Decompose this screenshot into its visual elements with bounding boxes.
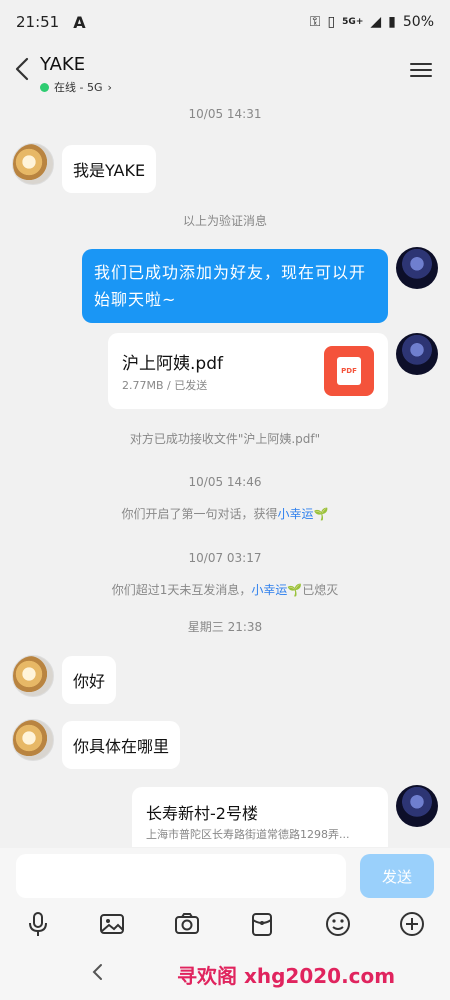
timestamp: 星期三 21:38 — [187, 620, 263, 634]
emoji-button[interactable] — [324, 910, 352, 938]
camera-icon — [175, 913, 199, 934]
system-note-text: 你们开启了第一句对话，获得 — [121, 507, 278, 521]
menu-line — [410, 69, 432, 71]
contact-name: YAKE — [40, 54, 86, 75]
red-packet-button[interactable] — [248, 910, 276, 938]
file-message-card[interactable]: 沪上阿姨.pdf 2.77MB / 已发送 PDF — [108, 333, 388, 409]
my-avatar[interactable] — [396, 785, 438, 827]
network-label: 5G+ — [342, 16, 364, 27]
my-avatar[interactable] — [396, 247, 438, 289]
message-bubble-incoming[interactable]: 我是YAKE — [62, 145, 157, 193]
contact-avatar[interactable] — [12, 655, 54, 697]
pdf-file-icon: PDF — [324, 346, 374, 396]
system-note: 对方已成功接收文件"沪上阿姨.pdf" — [129, 432, 321, 446]
voice-button[interactable] — [24, 910, 52, 938]
menu-button[interactable] — [410, 60, 432, 80]
chat-header: YAKE 在线 - 5G › — [0, 44, 450, 102]
timestamp: 10/05 14:31 — [188, 107, 262, 121]
chevron-right-icon: › — [107, 80, 112, 94]
key-icon: ⚿ — [309, 14, 321, 30]
menu-line — [410, 75, 432, 77]
chevron-left-icon — [92, 964, 102, 980]
message-input[interactable] — [16, 854, 346, 898]
my-avatar[interactable] — [396, 333, 438, 375]
battery-level: 50% — [402, 14, 434, 30]
back-button[interactable] — [8, 54, 38, 84]
message-bubble-incoming[interactable]: 你具体在哪里 — [62, 721, 181, 769]
online-dot-icon — [40, 82, 49, 92]
system-note: 你们开启了第一句对话，获得小幸运🌱 — [0, 505, 450, 522]
contact-avatar[interactable] — [12, 143, 54, 185]
menu-line — [410, 63, 432, 65]
contact-status[interactable]: 在线 - 5G › — [40, 79, 112, 95]
lucky-link[interactable]: 小幸运 — [278, 507, 314, 521]
pdf-icon-label: PDF — [337, 357, 361, 385]
microphone-icon — [29, 912, 47, 936]
location-message-card[interactable]: 长寿新村-2号楼 上海市普陀区长寿路街道常德路1298弄... — [132, 787, 388, 847]
message-bubble-incoming[interactable]: 你好 — [62, 656, 117, 704]
location-address: 上海市普陀区长寿路街道常德路1298弄... — [146, 828, 350, 841]
input-area: 发送 寻欢阁 xhg2020.com — [0, 848, 450, 1000]
message-bubble-outgoing[interactable]: 我们已成功添加为好友，现在可以开始聊天啦~ — [82, 249, 388, 323]
status-time: 21:51 — [16, 13, 60, 31]
sprout-icon: 🌱 — [313, 507, 329, 521]
plus-circle-icon — [400, 912, 424, 936]
file-name: 沪上阿姨.pdf — [122, 354, 223, 374]
app-notification-icon: A — [73, 12, 86, 32]
status-bar: 21:51 A ⚿ ▯ 5G+ ◢ ▮ 50% — [0, 0, 450, 44]
red-packet-icon — [252, 913, 272, 936]
more-button[interactable] — [398, 910, 426, 938]
lucky-link[interactable]: 小幸运 — [251, 583, 287, 597]
nav-back-button[interactable] — [88, 962, 108, 982]
chevron-left-icon — [15, 57, 29, 81]
system-nav-bar: 寻欢阁 xhg2020.com — [0, 956, 450, 992]
image-icon — [100, 914, 124, 934]
status-icons: ⚿ ▯ 5G+ ◢ ▮ 50% — [310, 14, 434, 30]
vibrate-icon: ▯ — [327, 14, 336, 30]
image-button[interactable] — [98, 910, 126, 938]
system-note-text: 你们超过1天未互发消息， — [111, 583, 252, 597]
send-button[interactable]: 发送 — [360, 854, 434, 898]
system-note: 以上为验证消息 — [182, 214, 267, 228]
toolbar — [0, 910, 450, 940]
camera-button[interactable] — [173, 910, 201, 938]
contact-avatar[interactable] — [12, 719, 54, 761]
system-note: 你们超过1天未互发消息，小幸运🌱已熄灭 — [0, 581, 450, 598]
battery-icon: ▮ — [388, 14, 396, 30]
timestamp: 10/05 14:46 — [188, 475, 262, 489]
timestamp: 10/07 03:17 — [188, 551, 262, 565]
sprout-icon: 🌱 — [287, 583, 303, 597]
emoji-icon — [326, 912, 350, 936]
signal-icon: ◢ — [370, 14, 382, 30]
watermark: 寻欢阁 xhg2020.com — [177, 964, 396, 988]
location-title: 长寿新村-2号楼 — [146, 804, 258, 823]
file-meta: 2.77MB / 已发送 — [122, 379, 208, 392]
system-note-text: 已熄灭 — [302, 583, 339, 597]
contact-status-text: 在线 - 5G — [54, 81, 103, 94]
